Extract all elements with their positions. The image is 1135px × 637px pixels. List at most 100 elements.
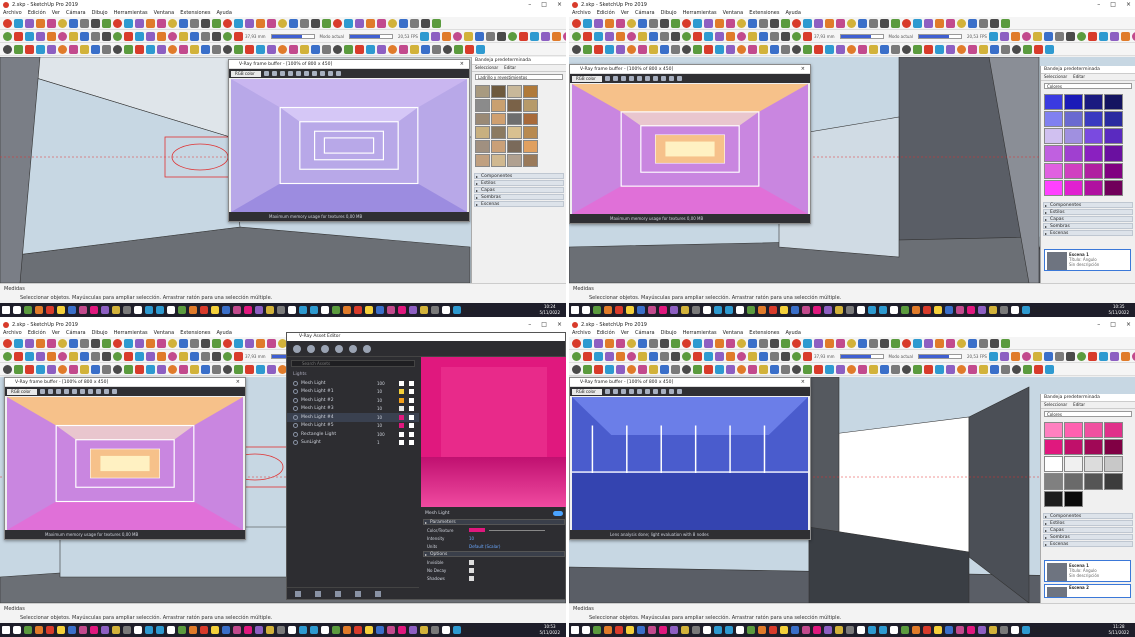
toolbar-tool-icon[interactable] xyxy=(124,364,133,374)
vfb-tool-icon[interactable] xyxy=(288,71,293,76)
toolbar-tool-icon[interactable] xyxy=(311,44,320,54)
menu-item[interactable]: Archivo xyxy=(572,330,591,336)
vfb-tool-icon[interactable] xyxy=(677,76,682,81)
material-swatch[interactable] xyxy=(1104,111,1123,128)
toolbar-tool-icon[interactable] xyxy=(737,44,746,54)
taskbar-app-icon[interactable] xyxy=(571,626,579,634)
toolbar-tool-icon[interactable] xyxy=(91,351,100,361)
toolbar-tool-icon[interactable] xyxy=(869,18,878,28)
toolbar-tool-icon[interactable] xyxy=(891,44,900,54)
units-row-value[interactable]: Default (Scalar) xyxy=(469,544,500,549)
toolbar-tool-icon[interactable] xyxy=(825,18,834,28)
option-checkbox[interactable] xyxy=(469,567,474,573)
taskbar-app-icon[interactable] xyxy=(1011,306,1019,314)
toolbar-tool-icon[interactable] xyxy=(759,338,768,348)
light-list-item[interactable]: Mesh Light #1 10 xyxy=(287,388,419,397)
toolbar-tool-icon[interactable] xyxy=(693,338,702,348)
taskbar-app-icon[interactable] xyxy=(376,306,384,314)
menu-item[interactable]: Ventana xyxy=(154,10,175,16)
channel-select[interactable]: RGB color xyxy=(7,388,37,395)
material-swatch[interactable] xyxy=(1064,128,1083,145)
toolbar-tool-icon[interactable] xyxy=(256,44,265,54)
toolbar-tool-icon[interactable] xyxy=(300,44,309,54)
vray-frame-buffer-window[interactable]: V-Ray frame buffer - [100% of 800 x 450]… xyxy=(569,64,811,224)
toolbar-tool-icon[interactable] xyxy=(135,18,144,28)
toolbar-tool-icon[interactable] xyxy=(278,18,287,28)
menu-item[interactable]: Ventana xyxy=(154,330,175,336)
toolbar-tool-icon[interactable] xyxy=(638,31,647,41)
toolbar-tool-icon[interactable] xyxy=(102,18,111,28)
taskbar-app-icon[interactable] xyxy=(923,626,931,634)
toolbar-tool-icon[interactable] xyxy=(781,31,790,41)
tray-section-capas[interactable]: Capas xyxy=(1043,526,1133,534)
taskbar-app-icon[interactable] xyxy=(758,626,766,634)
vfb-tool-icon[interactable] xyxy=(621,389,626,394)
light-enable-checkbox[interactable] xyxy=(409,406,414,412)
taskbar-app-icon[interactable] xyxy=(604,306,612,314)
toolbar-tool-icon[interactable] xyxy=(957,364,966,374)
material-library-select[interactable]: Ladrillo y revestimientos xyxy=(475,74,563,80)
vfb-tool-icon[interactable] xyxy=(661,389,666,394)
toolbar-tool-icon[interactable] xyxy=(179,338,188,348)
taskbar-app-icon[interactable] xyxy=(343,306,351,314)
tab-select[interactable]: Seleccionar xyxy=(475,65,498,71)
light-enable-checkbox[interactable] xyxy=(409,380,414,386)
toolbar-tool-icon[interactable] xyxy=(781,338,790,348)
vfb-tool-icon[interactable] xyxy=(613,76,618,81)
light-list-item[interactable]: SunLight 1 xyxy=(287,439,419,448)
taskbar-app-icon[interactable] xyxy=(178,626,186,634)
toolbar-tool-icon[interactable] xyxy=(726,364,735,374)
tray-section-componentes[interactable]: Componentes xyxy=(1043,512,1133,520)
material-swatch[interactable] xyxy=(1044,128,1063,145)
taskbar-app-icon[interactable] xyxy=(879,626,887,634)
taskbar-app-icon[interactable] xyxy=(582,626,590,634)
toolbar-tool-icon[interactable] xyxy=(1023,44,1032,54)
taskbar-app-icon[interactable] xyxy=(145,626,153,634)
material-swatch[interactable] xyxy=(1104,179,1123,196)
material-swatch[interactable] xyxy=(491,85,506,98)
toolbar-tool-icon[interactable] xyxy=(421,44,430,54)
taskbar-app-icon[interactable] xyxy=(112,626,120,634)
toolbar-tool-icon[interactable] xyxy=(223,338,232,348)
taskbar-app-icon[interactable] xyxy=(615,306,623,314)
taskbar-app-icon[interactable] xyxy=(835,626,843,634)
toolbar-tool-icon[interactable] xyxy=(3,31,12,41)
taskbar-app-icon[interactable] xyxy=(200,306,208,314)
material-swatch[interactable] xyxy=(507,112,522,126)
toolbar-tool-icon[interactable] xyxy=(858,18,867,28)
toolbar-tool-icon[interactable] xyxy=(759,364,768,374)
toolbar-tool-icon[interactable] xyxy=(858,364,867,374)
taskbar-app-icon[interactable] xyxy=(255,306,263,314)
toolbar-tool-icon[interactable] xyxy=(562,31,566,41)
toolbar-tool-icon[interactable] xyxy=(583,338,592,348)
toolbar-tool-icon[interactable] xyxy=(36,31,45,41)
material-swatch[interactable] xyxy=(1044,473,1063,490)
toolbar-tool-icon[interactable] xyxy=(507,31,517,41)
menu-item[interactable]: Ventana xyxy=(723,330,744,336)
toolbar-tool-icon[interactable] xyxy=(80,338,89,348)
material-swatch[interactable] xyxy=(1084,94,1103,111)
taskbar-app-icon[interactable] xyxy=(288,626,296,634)
toolbar-tool-icon[interactable] xyxy=(146,338,155,348)
toolbar-tool-icon[interactable] xyxy=(759,351,768,361)
toolbar-tool-icon[interactable] xyxy=(146,351,155,361)
toolbar-tool-icon[interactable] xyxy=(594,338,603,348)
material-swatch[interactable] xyxy=(1044,94,1063,111)
vfb-tool-icon[interactable] xyxy=(653,389,658,394)
menu-item[interactable]: Edición xyxy=(597,330,615,336)
toolbar-tool-icon[interactable] xyxy=(792,351,801,361)
toolbar-tool-icon[interactable] xyxy=(990,364,999,374)
toolbar-tool-icon[interactable] xyxy=(25,338,34,348)
toolbar-tool-icon[interactable] xyxy=(759,44,768,54)
toolbar-tool-icon[interactable] xyxy=(36,44,45,54)
vfb-tool-icon[interactable] xyxy=(264,71,269,76)
toolbar-tool-icon[interactable] xyxy=(902,18,911,28)
toolbar-tool-icon[interactable] xyxy=(157,364,166,374)
toolbar-tool-icon[interactable] xyxy=(267,44,276,54)
toolbar-tool-icon[interactable] xyxy=(605,31,614,41)
menu-item[interactable]: Ayuda xyxy=(785,10,800,16)
toolbar-tool-icon[interactable] xyxy=(814,18,823,28)
light-list-item[interactable]: Mesh Light #2 10 xyxy=(287,396,419,405)
taskbar-app-icon[interactable] xyxy=(299,626,307,634)
tray-section-componentes[interactable]: Componentes xyxy=(1043,201,1133,209)
